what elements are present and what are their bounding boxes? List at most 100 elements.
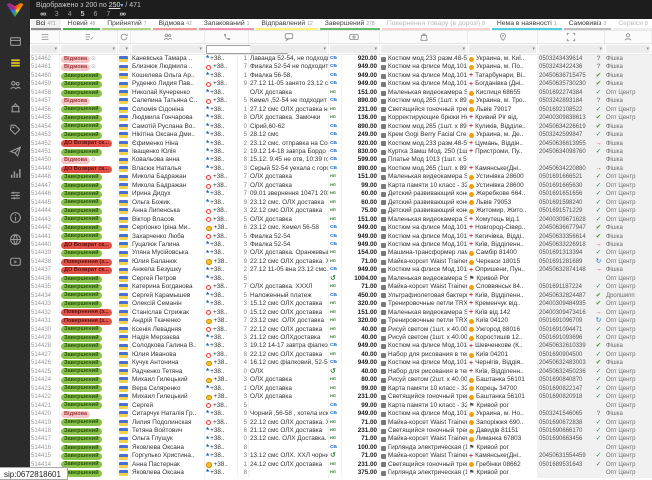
table-row[interactable]: 514418ЗавершенийТетяна Войтович*+38..621… [30, 427, 652, 435]
last-page-button[interactable]: »» [119, 10, 125, 19]
filter-dropdown-3[interactable]: ▾ [132, 45, 203, 53]
filter-dropdown-9[interactable]: ▾ [539, 45, 603, 53]
table-row[interactable]: 514436ЗавершенийСергей Петров*+38..5↺100… [30, 275, 652, 283]
sidebar-item-settings-sliders[interactable] [8, 188, 23, 203]
table-row[interactable]: 514428ЗавершенийСолодкова Галина В..*+38… [30, 342, 652, 350]
sidebar-item-orders[interactable] [8, 56, 23, 71]
table-row[interactable]: 514434ЗавершенийСергей Карамышев*+38..5Н… [30, 292, 652, 300]
table-row[interactable]: 514427ЗавершенийЮлия Иванова+38..822.12 … [30, 351, 652, 359]
table-row[interactable]: 514423ЗавершенийВера Скляренко*+38..1ОЛХ… [30, 385, 652, 393]
table-row[interactable]: 514451ЗавершенийІващенко Юлія*+38..219.1… [30, 148, 652, 156]
table-row[interactable]: 514442ЗавершенийСергіонко Іріна Ми..+38.… [30, 224, 652, 232]
table-row[interactable]: 514422ЗавершенийМихаил Гилецький+38..3ОЛ… [30, 393, 652, 401]
table-row[interactable]: 514458ЗавершенийНиколай Кучеренко*+38..О… [30, 89, 652, 97]
sidebar-item-tags[interactable] [8, 122, 23, 137]
filter-dropdown-2[interactable]: ▾ [119, 45, 129, 53]
filter-dropdown-5[interactable]: ▾ [250, 45, 327, 53]
column-header-rows[interactable] [30, 31, 60, 43]
tab-5[interactable]: Відправлений12 [256, 19, 317, 30]
sidebar-item-clients[interactable] [8, 78, 23, 93]
column-header-tracking[interactable] [538, 31, 605, 43]
table-row[interactable]: 514417ЗавершенийОльга Глущук*+38..023.12… [30, 435, 652, 443]
table-row[interactable]: 514440ДО Возврат ск...Гуцалюк Галина*+38… [30, 241, 652, 249]
table-row[interactable]: 514432Повернення (з...Станіслав Стрижак+… [30, 309, 652, 317]
filter-dropdown-0[interactable]: ▾ [31, 45, 58, 53]
sidebar-item-company[interactable] [8, 100, 23, 115]
tab-0[interactable]: Всі471 [31, 19, 61, 30]
table-row[interactable]: 514416ЗавершенийЯковлева Оксана*+38..8СБ… [30, 444, 652, 452]
table-row[interactable]: 514448ЗавершенийМикола Бадражан+38..7ОЛХ… [30, 173, 652, 181]
column-header-phone[interactable] [205, 31, 249, 43]
table-row[interactable]: 514443ЗавершенийВіктор Власов+38..5ОЛХ д… [30, 216, 652, 224]
filter-dropdown-10[interactable]: ▾ [606, 45, 650, 53]
page-number-5[interactable]: 5 [81, 10, 85, 19]
column-header-location[interactable] [468, 31, 538, 43]
table-row[interactable]: 514433ЗавершенийОлексій Семанін*+38..315… [30, 300, 652, 308]
table-row[interactable]: 514413ЗавершенийЯковлева Оксана*+38..8нп… [30, 469, 652, 477]
table-row[interactable]: 514452ДО Возврат ск...Єфименко Ніна*+38.… [30, 140, 652, 148]
filter-dropdown-8[interactable]: ▾ [469, 45, 536, 53]
tab-2[interactable]: Прийнятий7 [102, 19, 151, 30]
table-row[interactable]: 514454ЗавершенийСамотій Руслана Во..*+38… [30, 123, 652, 131]
table-row[interactable]: 514425ЗавершенийРадченко Тетяна*+38..0ОЛ… [30, 368, 652, 376]
sidebar-item-stats[interactable] [8, 166, 23, 181]
table-row[interactable]: 514439ЗавершенийУляна Мусійовська*+38..9… [30, 249, 652, 257]
tab-9[interactable]: Самовивіз2 [564, 19, 612, 30]
table-row[interactable]: 514456ЗавершенийСоломія Сідоніна*+38..12… [30, 106, 652, 114]
column-header-clients[interactable] [131, 31, 205, 43]
table-row[interactable]: 514447ЗавершенийМикола Бадражан+38..7ОЛХ… [30, 182, 652, 190]
table-row[interactable]: 514445ЗавершенийОльга Божик*+38..923.12 … [30, 199, 652, 207]
page-number-4[interactable]: 4 [68, 10, 72, 19]
app-logo-icon[interactable] [7, 3, 24, 17]
filter-dropdown-7[interactable]: ▾ [381, 45, 466, 53]
table-row[interactable]: 514419ЗавершенийЛилия Подолинская+38..52… [30, 418, 652, 426]
sidebar-item-send[interactable] [8, 144, 23, 159]
table-row[interactable]: 514457ВідмоваСалепина Татьяна С..+38..5К… [30, 97, 652, 105]
page-number-6[interactable]: 6 [94, 10, 98, 19]
table-row[interactable]: 514429ЗавершенийНадія Мерзаєва*+38..321.… [30, 334, 652, 342]
table-row[interactable]: 514426ЗавершенийКучук Антонина+38..416.1… [30, 359, 652, 367]
column-header-comment[interactable] [249, 31, 329, 43]
page-number-7[interactable]: 7 [106, 10, 110, 19]
tab-8[interactable]: Нема в наявності1 [492, 19, 562, 30]
table-row[interactable]: 514450Відмова⊙Ковальова анна*+38..815.12… [30, 156, 652, 164]
tab-7[interactable]: Повернення товару (в дорозі)0 [382, 19, 490, 30]
filter-dropdown-6[interactable]: ▾ [330, 45, 378, 53]
table-row[interactable]: 514459ЗавершенийРуденко Лидия Пав..+38..… [30, 80, 652, 88]
table-row[interactable]: 514421ЗавершенийСергей+38..5СБ99.00Карта… [30, 402, 652, 410]
table-row[interactable]: 514437ДО Возврат ск...Анжела Безушку*+38… [30, 266, 652, 274]
sidebar-item-dashboard[interactable] [8, 34, 23, 49]
table-row[interactable]: 514424ЗавершенийМихаил Гилецький+38..3ОЛ… [30, 376, 652, 384]
table-row[interactable]: 514462Відмова⊙Каневська Тамара ..*+38..1… [30, 55, 652, 63]
column-header-manager[interactable] [605, 31, 652, 43]
tab-1[interactable]: Новий48 [63, 19, 100, 30]
table-row[interactable]: 514441ЗавершенийЗахарченко Люба+38..5Фиа… [30, 233, 652, 241]
column-header-products[interactable] [380, 31, 468, 43]
table-row[interactable]: 514461Відмова⊙Близнюк Людмила ..+38..7Фи… [30, 63, 652, 71]
table-row[interactable]: 514414ЗавершенийАнна Пастернак+38..124.1… [30, 461, 652, 469]
sidebar-item-browser[interactable] [8, 232, 23, 247]
table-row[interactable]: 514431Повернення (з...Андрій Ткаченко+38… [30, 317, 652, 325]
sidebar-item-video[interactable] [8, 254, 23, 269]
column-header-refresh[interactable] [118, 31, 131, 43]
tab-4[interactable]: Запакований1 [199, 19, 255, 30]
column-header-status-list[interactable] [60, 31, 118, 43]
chevron-down-icon[interactable]: ▾ [120, 3, 123, 9]
tab-6[interactable]: Завершений278 [320, 19, 380, 30]
table-row[interactable]: 514420ВідмоваСитарчук Наталія Гр..*+38..… [30, 410, 652, 418]
table-row[interactable]: 514455ЗавершенийЛюдмила Гончарова*+38..8… [30, 114, 652, 122]
table-row[interactable]: 514453ЗавершенийНікітіна Оксана Дми..*+3… [30, 131, 652, 139]
first-page-button[interactable]: «« [40, 10, 46, 19]
table-row[interactable]: 514438Повернення (з...Юлия Баланюк+38..9… [30, 258, 652, 266]
table-row[interactable]: 514460ЗавершенийКошелева Ольга Ар..*+38.… [30, 72, 652, 80]
table-row[interactable]: 514446ЗавершенийИрина Дидух*+38..709.01 … [30, 190, 652, 198]
filter-dropdown-1[interactable]: ▾ [61, 45, 116, 53]
column-header-money[interactable] [329, 31, 380, 43]
sidebar-item-info[interactable] [8, 210, 23, 225]
tab-10[interactable]: Сервіси0 [613, 19, 652, 30]
page-number-3[interactable]: 3 [55, 10, 59, 19]
table-row[interactable]: 514449ДО Возврат ск...Власюк Наталья*+38… [30, 165, 652, 173]
table-row[interactable]: 514435ЗавершенийКатерина Богданова+38..7… [30, 283, 652, 291]
page-size-select[interactable]: 250 [109, 2, 121, 9]
tab-3[interactable]: Відмова42 [153, 19, 196, 30]
